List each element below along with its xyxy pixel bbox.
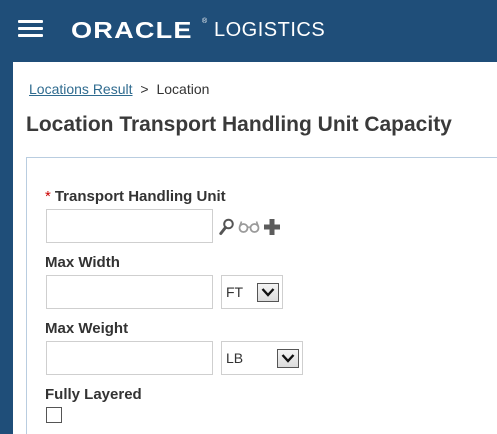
app-name: LOGISTICS xyxy=(214,18,326,41)
menu-bar-line xyxy=(18,27,43,30)
view-glasses-icon[interactable] xyxy=(238,220,260,239)
brand: ORACLE ® LOGISTICS xyxy=(71,16,325,44)
form-panel: * Transport Handling Unit Max Width FT M… xyxy=(26,157,497,434)
transport-handling-unit-input[interactable] xyxy=(46,209,213,243)
breadcrumb-separator: > xyxy=(140,81,149,97)
max-weight-input[interactable] xyxy=(46,341,213,375)
app-header: ORACLE ® LOGISTICS xyxy=(0,0,497,62)
fully-layered-checkbox[interactable] xyxy=(46,407,62,423)
transport-handling-unit-label: * Transport Handling Unit xyxy=(45,188,226,205)
max-width-label: Max Width xyxy=(45,254,120,271)
max-weight-unit-select[interactable]: LB xyxy=(221,341,303,375)
max-weight-label: Max Weight xyxy=(45,320,129,337)
max-width-unit-select[interactable]: FT xyxy=(221,275,283,309)
fully-layered-label: Fully Layered xyxy=(45,386,142,403)
transport-handling-unit-actions xyxy=(219,218,281,241)
transport-handling-unit-label-text: Transport Handling Unit xyxy=(54,188,226,205)
menu-bar-line xyxy=(18,34,43,37)
hamburger-menu-icon[interactable] xyxy=(18,18,43,40)
main-content: Locations Result > Location Location Tra… xyxy=(13,62,497,434)
menu-bar-line xyxy=(18,20,43,23)
breadcrumb-current: Location xyxy=(156,81,210,97)
page-title: Location Transport Handling Unit Capacit… xyxy=(26,113,452,136)
add-plus-icon[interactable] xyxy=(263,218,281,241)
max-width-unit-value: FT xyxy=(226,284,244,300)
breadcrumb: Locations Result > Location xyxy=(29,81,209,97)
brand-registered-mark: ® xyxy=(202,18,208,25)
breadcrumb-link-locations-result[interactable]: Locations Result xyxy=(29,81,133,97)
search-icon[interactable] xyxy=(219,218,235,241)
chevron-down-icon xyxy=(277,348,299,368)
required-marker: * xyxy=(45,188,51,205)
brand-logo: ORACLE xyxy=(71,16,193,43)
max-weight-unit-value: LB xyxy=(226,350,244,366)
max-width-input[interactable] xyxy=(46,275,213,309)
chevron-down-icon xyxy=(257,282,279,302)
